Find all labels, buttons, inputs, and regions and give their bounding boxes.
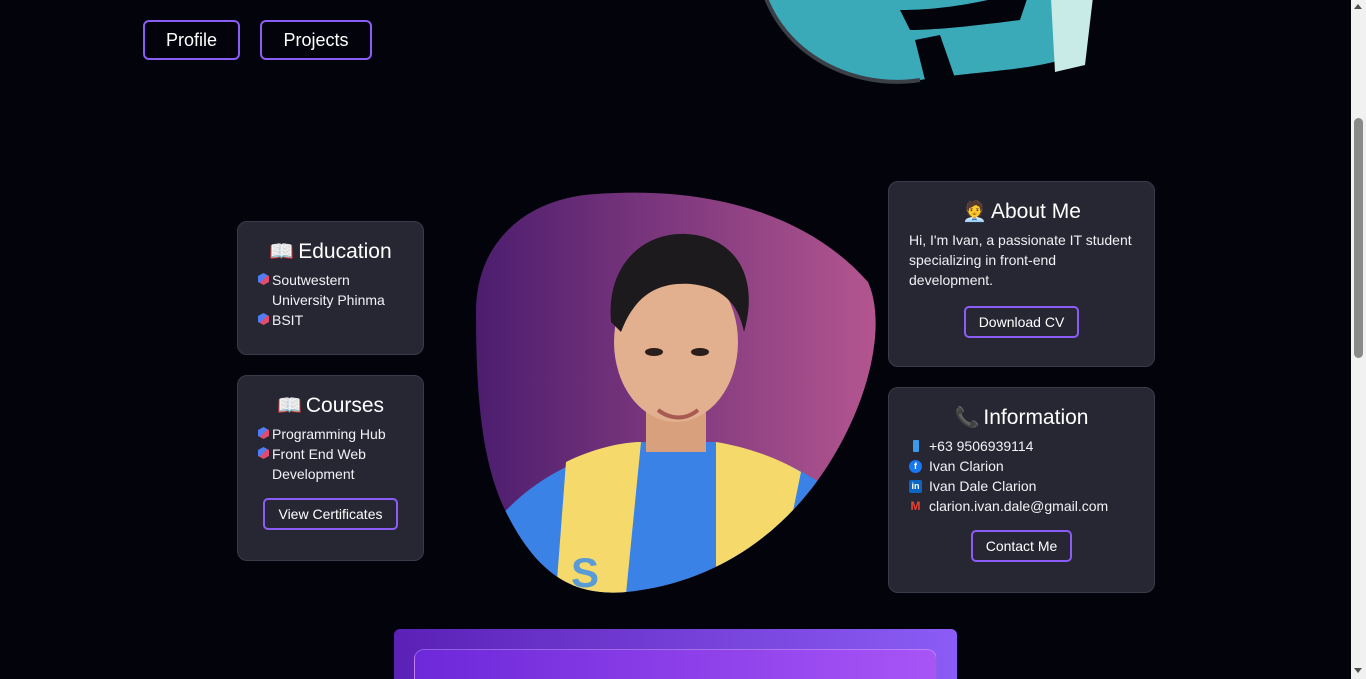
courses-title: Courses xyxy=(305,394,385,417)
gmail-icon: M xyxy=(910,499,921,513)
svg-text:S: S xyxy=(571,549,599,594)
course-item: Front End Web Development xyxy=(272,446,366,482)
view-certificates-button[interactable]: View Certificates xyxy=(263,498,398,530)
nav-profile-button[interactable]: Profile xyxy=(143,20,240,60)
list-item: BSIT xyxy=(258,310,403,330)
cube-icon xyxy=(258,273,269,285)
linkedin-name[interactable]: Ivan Dale Clarion xyxy=(929,476,1036,496)
info-phone-row: +63 9506939114 xyxy=(909,436,1134,456)
linkedin-icon: in xyxy=(909,479,922,493)
phone-icon: 📞 xyxy=(954,407,980,429)
page-scrollbar[interactable] xyxy=(1351,0,1366,679)
download-cv-button[interactable]: Download CV xyxy=(963,306,1080,338)
cube-icon xyxy=(258,313,269,325)
education-title: Education xyxy=(298,240,392,263)
info-email-row[interactable]: M clarion.ivan.dale@gmail.com xyxy=(909,496,1134,516)
courses-card: 📖 Courses Programming Hub Front End Web … xyxy=(237,375,424,561)
about-card: 🧑‍💼 About Me Hi, I'm Ivan, a passionate … xyxy=(888,181,1155,367)
email-address[interactable]: clarion.ivan.dale@gmail.com xyxy=(929,496,1108,516)
education-item-degree: BSIT xyxy=(272,312,304,328)
list-item: Front End Web Development xyxy=(258,444,403,484)
list-item: Soutwestern University Phinma xyxy=(258,270,403,310)
cube-icon xyxy=(258,447,269,459)
education-item-school: Soutwestern University Phinma xyxy=(272,272,385,308)
info-linkedin-row[interactable]: in Ivan Dale Clarion xyxy=(909,476,1134,496)
list-item: Programming Hub xyxy=(258,424,403,444)
cube-icon xyxy=(258,427,269,439)
portfolio-page: Profile Projects 📖 Education Soutwestern… xyxy=(0,0,1366,679)
profile-photo: S xyxy=(476,192,876,594)
about-title: About Me xyxy=(991,200,1081,223)
phone-number: +63 9506939114 xyxy=(929,438,1034,454)
mobile-phone-icon xyxy=(913,440,919,452)
decorative-logo xyxy=(764,0,1093,84)
person-icon: 🧑‍💼 xyxy=(962,201,987,223)
information-card: 📞 Information +63 9506939114 f Ivan Clar… xyxy=(888,387,1155,593)
nav-projects-button[interactable]: Projects xyxy=(260,20,372,60)
education-card: 📖 Education Soutwestern University Phinm… xyxy=(237,221,424,355)
skills-section-inner xyxy=(414,649,937,679)
book-icon: 📖 xyxy=(276,395,302,417)
about-title-row: 🧑‍💼 About Me xyxy=(909,200,1134,224)
information-title: Information xyxy=(983,406,1089,429)
scroll-up-arrow-icon[interactable] xyxy=(1354,4,1362,9)
info-facebook-row[interactable]: f Ivan Clarion xyxy=(909,456,1134,476)
facebook-name[interactable]: Ivan Clarion xyxy=(929,456,1004,476)
education-title-row: 📖 Education xyxy=(258,240,403,264)
book-icon: 📖 xyxy=(269,241,295,263)
information-title-row: 📞 Information xyxy=(909,406,1134,430)
course-item: Programming Hub xyxy=(272,426,386,442)
scroll-down-arrow-icon[interactable] xyxy=(1354,668,1362,673)
about-text: Hi, I'm Ivan, a passionate IT student sp… xyxy=(909,232,1132,288)
skills-section-panel xyxy=(394,629,957,679)
facebook-icon: f xyxy=(909,459,922,473)
scrollbar-thumb[interactable] xyxy=(1354,118,1363,358)
contact-me-button[interactable]: Contact Me xyxy=(970,530,1073,562)
courses-title-row: 📖 Courses xyxy=(258,394,403,418)
